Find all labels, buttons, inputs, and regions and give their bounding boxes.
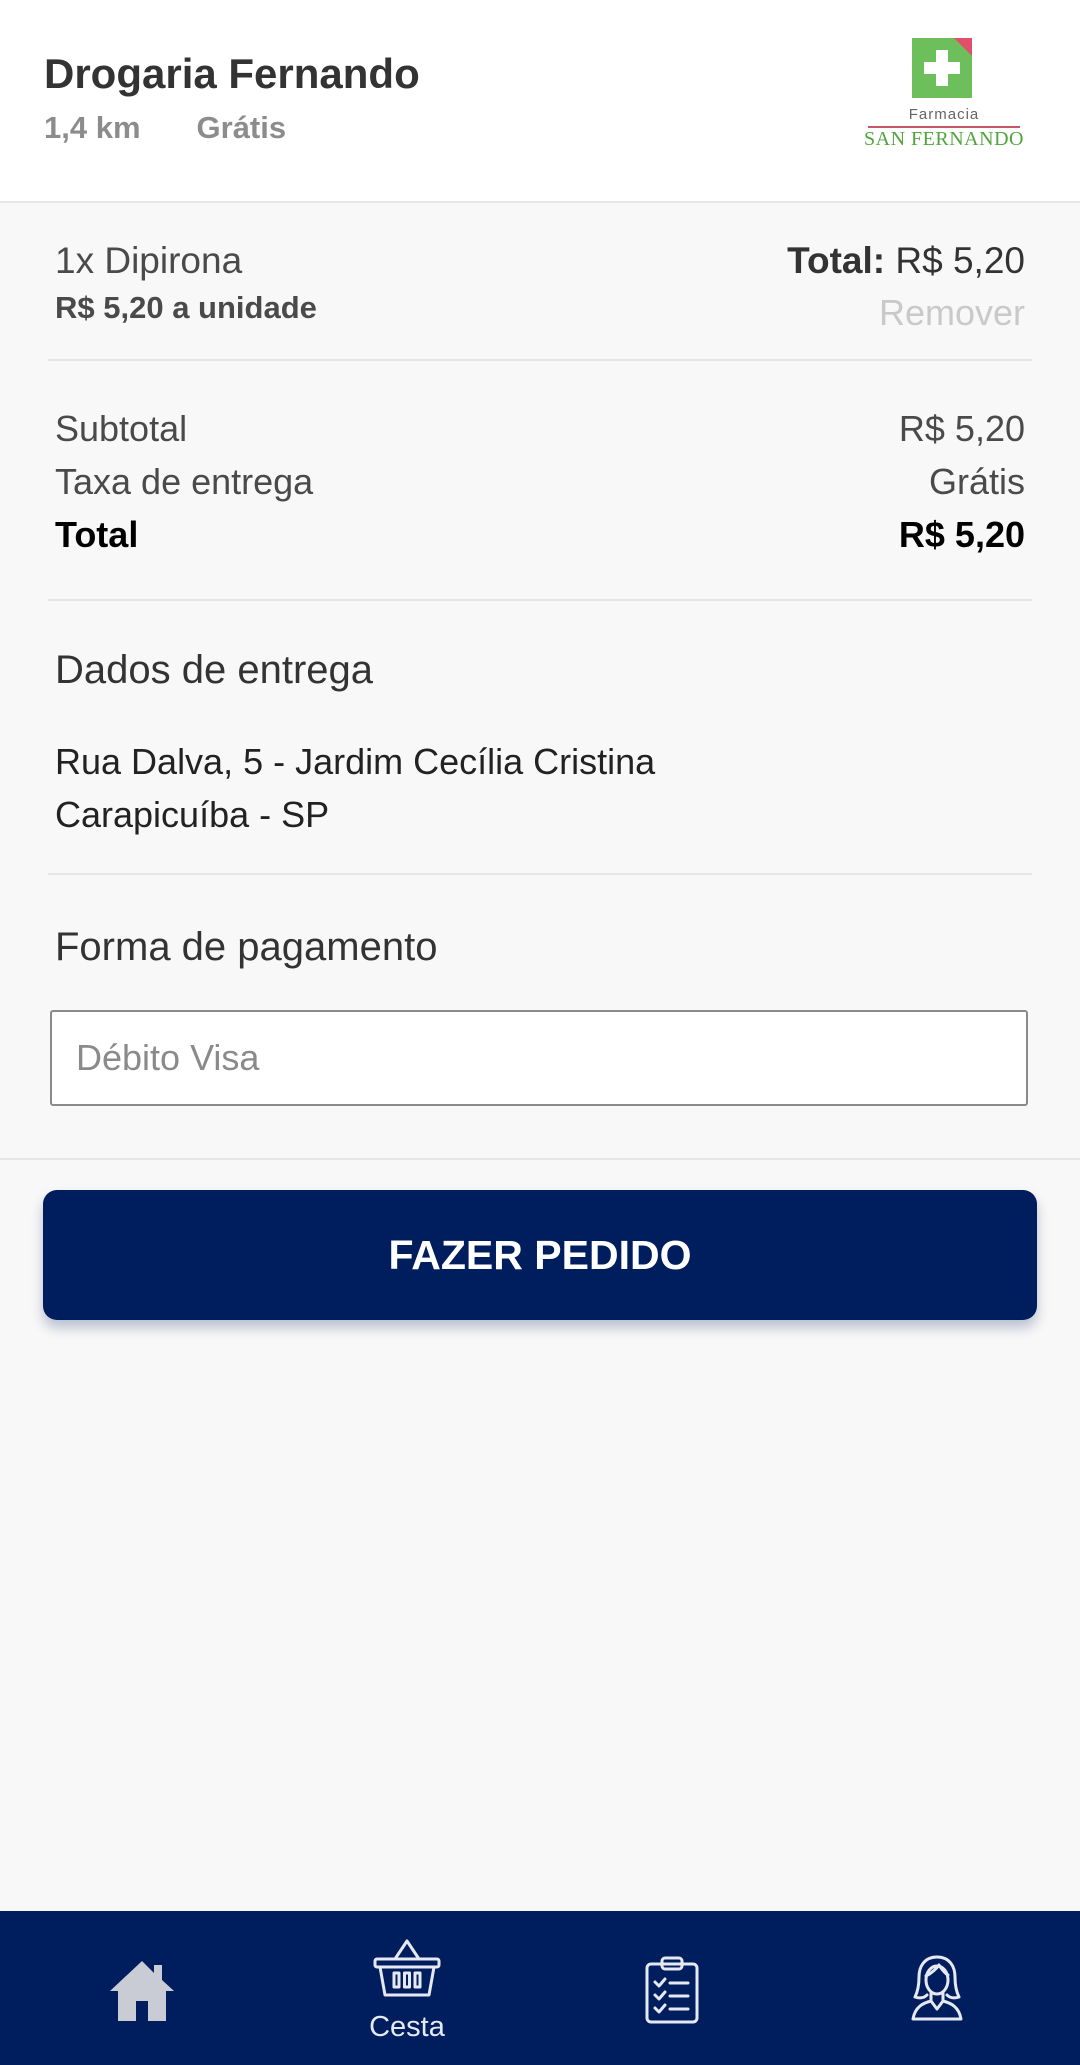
cart-item-total-value: R$ 5,20: [895, 240, 1025, 281]
address-line-2: Carapicuíba - SP: [55, 794, 330, 835]
delivery-fee-badge: Grátis: [196, 110, 287, 145]
delivery-fee-label: Taxa de entrega: [55, 461, 314, 502]
divider: [0, 1158, 1080, 1160]
address-line-1: Rua Dalva, 5 - Jardim Cecília Cristina: [55, 741, 656, 782]
divider: [48, 359, 1032, 361]
logo-big-text: SAN FERNANDO: [864, 128, 1024, 150]
cart-item-total: Total: R$ 5,20: [787, 240, 1025, 282]
delivery-address: Rua Dalva, 5 - Jardim Cecília Cristina C…: [55, 735, 655, 841]
delivery-fee-value: Grátis: [928, 461, 1025, 502]
store-name: Drogaria Fernando: [44, 50, 420, 97]
nav-profile[interactable]: [802, 1911, 1072, 2065]
nav-basket[interactable]: Cesta: [272, 1911, 542, 2065]
cross-icon: [912, 38, 972, 98]
nav-orders[interactable]: [537, 1911, 807, 2065]
nav-home[interactable]: [7, 1911, 277, 2065]
subtotal-value: R$ 5,20: [898, 408, 1025, 449]
cart-item-unit-price: R$ 5,20 a unidade: [55, 290, 317, 325]
store-distance: 1,4 km: [44, 110, 141, 145]
store-meta: 1,4 km Grátis: [44, 110, 286, 146]
store-header: Drogaria Fernando 1,4 km Grátis Farmacia …: [0, 0, 1080, 203]
logo-small-text: Farmacia: [908, 106, 980, 123]
divider: [48, 873, 1032, 875]
remove-item-button[interactable]: Remover: [879, 292, 1025, 334]
pharmacy-logo: Farmacia SAN FERNANDO: [864, 34, 1024, 154]
total-label: Total: [55, 514, 139, 555]
cart-item-total-label: Total:: [787, 240, 886, 281]
payment-section-title: Forma de pagamento: [55, 925, 438, 969]
payment-method-input[interactable]: [50, 1010, 1028, 1106]
total-value: R$ 5,20: [898, 514, 1025, 555]
cart-item-name: 1x Dipirona: [55, 240, 243, 281]
basket-icon: [373, 1939, 441, 1997]
place-order-button[interactable]: FAZER PEDIDO: [43, 1190, 1037, 1320]
subtotal-label: Subtotal: [55, 408, 188, 449]
profile-icon: [911, 1955, 963, 2021]
delivery-section-title: Dados de entrega: [55, 648, 374, 692]
bottom-navigation: Cesta: [0, 1911, 1080, 2065]
divider: [48, 599, 1032, 601]
clipboard-icon: [645, 1956, 699, 2024]
nav-basket-label: Cesta: [369, 2011, 445, 2043]
home-icon: [110, 1961, 174, 2021]
